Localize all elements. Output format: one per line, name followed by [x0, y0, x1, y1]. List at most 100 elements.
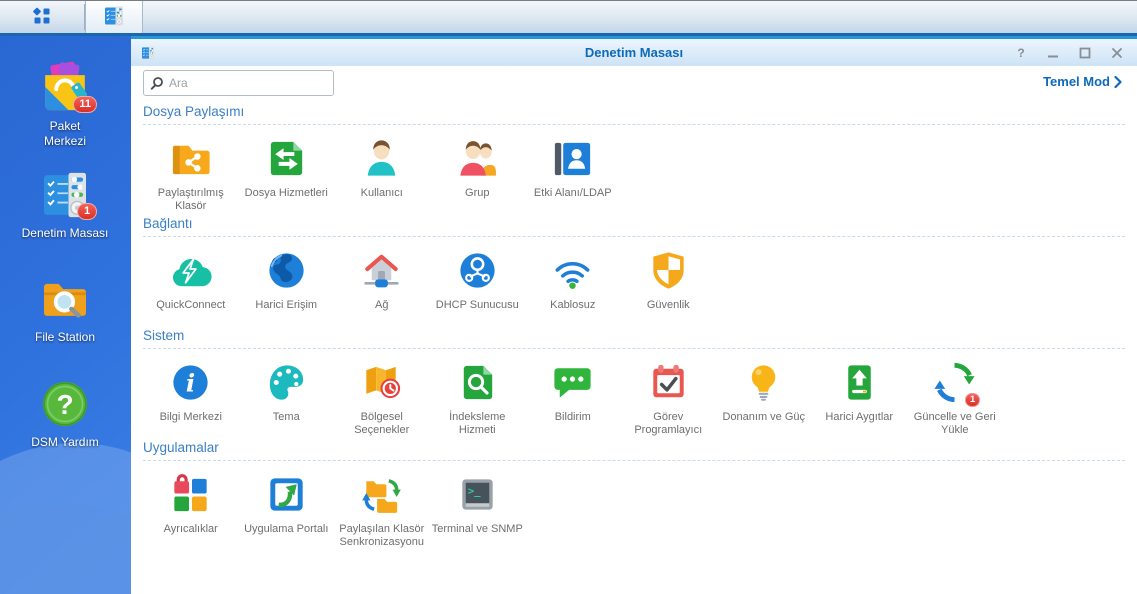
- app-item-shared-folder-sync[interactable]: Paylaşılan Klasör Senkronizasyonu: [334, 471, 430, 550]
- regional-options-icon: [358, 359, 405, 406]
- app-item-notification[interactable]: Bildirim: [525, 359, 621, 438]
- main-menu-button[interactable]: [0, 1, 84, 33]
- section: Bağlantı QuickConnectHarici ErişimAğDHCP …: [143, 216, 1125, 326]
- dsm-help-icon: ?: [37, 376, 93, 432]
- app-item-shared-folder[interactable]: Paylaştırılmış Klasör: [143, 135, 239, 214]
- app-item-dhcp-server[interactable]: DHCP Sunucusu: [430, 247, 526, 326]
- info-center-icon: i: [167, 359, 214, 406]
- app-item-label: Etki Alanı/LDAP: [525, 187, 621, 214]
- desktop-icon-file-station[interactable]: File Station: [3, 271, 127, 345]
- app-item-network[interactable]: Ağ: [334, 247, 430, 326]
- window-toolbar: Temel Mod: [131, 66, 1137, 100]
- app-item-privileges[interactable]: Ayrıcalıklar: [143, 471, 239, 550]
- svg-text:i: i: [186, 368, 195, 397]
- control-panel-icon: [102, 4, 126, 31]
- task-scheduler-icon: [645, 359, 692, 406]
- app-item-label: Kullanıcı: [334, 187, 430, 214]
- app-item-label: DHCP Sunucusu: [430, 299, 526, 326]
- desktop-icon-label: Paket Merkezi: [3, 119, 127, 149]
- app-item-wireless[interactable]: Kablosuz: [525, 247, 621, 326]
- notification-badge: 11: [73, 96, 97, 113]
- control-panel-icon: 1: [37, 167, 93, 223]
- app-item-label: Grup: [430, 187, 526, 214]
- app-item-label: Paylaşılan Klasör Senkronizasyonu: [334, 523, 430, 550]
- group-icon: [454, 135, 501, 182]
- section: Dosya PaylaşımıPaylaştırılmış KlasörDosy…: [143, 104, 1125, 214]
- domain-ldap-icon: [549, 135, 596, 182]
- external-devices-icon: [836, 359, 883, 406]
- app-item-label: Harici Erişim: [239, 299, 335, 326]
- dhcp-server-icon: [454, 247, 501, 294]
- app-item-label: Bilgi Merkezi: [143, 411, 239, 438]
- app-item-external-devices[interactable]: Harici Aygıtlar: [812, 359, 908, 438]
- svg-text:>_: >_: [467, 485, 480, 498]
- app-item-label: Ayrıcalıklar: [143, 523, 239, 550]
- desktop-icon-label: DSM Yardım: [3, 435, 127, 450]
- app-item-task-scheduler[interactable]: Görev Programlayıcı: [621, 359, 717, 438]
- section-title: Sistem: [143, 328, 1125, 343]
- app-item-terminal-snmp[interactable]: >_Terminal ve SNMP: [430, 471, 526, 550]
- taskbar-control-panel-button[interactable]: [85, 1, 143, 33]
- app-item-label: Harici Aygıtlar: [812, 411, 908, 438]
- privileges-icon: [167, 471, 214, 518]
- chevron-right-icon: [1114, 76, 1122, 88]
- app-item-application-portal[interactable]: Uygulama Portalı: [239, 471, 335, 550]
- app-item-info-center[interactable]: i Bilgi Merkezi: [143, 359, 239, 438]
- search-icon: [150, 76, 164, 90]
- app-item-group[interactable]: Grup: [430, 135, 526, 214]
- desktop-icon-dsm-help[interactable]: ? DSM Yardım: [3, 376, 127, 450]
- app-item-label: Görev Programlayıcı: [621, 411, 717, 438]
- svg-text:?: ?: [1017, 46, 1024, 59]
- app-item-label: Güncelle ve Geri Yükle: [907, 411, 1003, 438]
- shared-folder-icon: [167, 135, 214, 182]
- application-portal-icon: [263, 471, 310, 518]
- main-menu-icon: [30, 4, 54, 31]
- quickconnect-icon: [167, 247, 214, 294]
- app-item-quickconnect[interactable]: QuickConnect: [143, 247, 239, 326]
- window-controls: ?: [1014, 46, 1137, 59]
- package-center-icon: 11: [37, 60, 93, 116]
- desktop-icon-control-panel[interactable]: 1Denetim Masası: [3, 167, 127, 241]
- app-item-label: Bildirim: [525, 411, 621, 438]
- notification-badge: 1: [77, 203, 97, 220]
- section-items: i Bilgi MerkeziTemaBölgesel Seçeneklerİnd…: [143, 359, 1125, 438]
- user-icon: [358, 135, 405, 182]
- window-title: Denetim Masası: [131, 45, 1137, 60]
- section-divider: [143, 124, 1125, 125]
- app-item-security[interactable]: Güvenlik: [621, 247, 717, 326]
- app-item-regional-options[interactable]: Bölgesel Seçenekler: [334, 359, 430, 438]
- app-item-file-services[interactable]: Dosya Hizmetleri: [239, 135, 335, 214]
- taskbar: [0, 0, 1137, 36]
- notification-badge: 1: [965, 393, 980, 407]
- app-item-label: Paylaştırılmış Klasör: [143, 187, 239, 214]
- control-panel-window: Denetim Masası ?: [131, 36, 1137, 594]
- section-items: AyrıcalıklarUygulama PortalıPaylaşılan K…: [143, 471, 1125, 550]
- help-icon[interactable]: ?: [1014, 46, 1027, 59]
- window-titlebar: Denetim Masası ?: [131, 39, 1137, 66]
- desktop-icon-package-center[interactable]: 11Paket Merkezi: [3, 60, 127, 149]
- external-access-icon: [263, 247, 310, 294]
- app-item-update-restore[interactable]: 1 Güncelle ve Geri Yükle: [907, 359, 1003, 438]
- app-item-indexing-service[interactable]: İndeksleme Hizmeti: [430, 359, 526, 438]
- basic-mode-label: Temel Mod: [1043, 74, 1110, 89]
- app-item-user[interactable]: Kullanıcı: [334, 135, 430, 214]
- svg-text:?: ?: [56, 389, 73, 420]
- app-item-external-access[interactable]: Harici Erişim: [239, 247, 335, 326]
- close-icon[interactable]: [1110, 46, 1123, 59]
- app-item-label: Tema: [239, 411, 335, 438]
- basic-mode-link[interactable]: Temel Mod: [1043, 74, 1122, 89]
- search-input[interactable]: [169, 76, 327, 90]
- maximize-icon[interactable]: [1078, 46, 1091, 59]
- minimize-icon[interactable]: [1046, 46, 1059, 59]
- app-item-hardware-power[interactable]: Donanım ve Güç: [716, 359, 812, 438]
- search-box: [143, 70, 334, 96]
- network-icon: [358, 247, 405, 294]
- app-item-theme[interactable]: Tema: [239, 359, 335, 438]
- app-item-domain-ldap[interactable]: Etki Alanı/LDAP: [525, 135, 621, 214]
- app-item-label: Bölgesel Seçenekler: [334, 411, 430, 438]
- terminal-snmp-icon: >_: [454, 471, 501, 518]
- app-item-label: QuickConnect: [143, 299, 239, 326]
- section-title: Bağlantı: [143, 216, 1125, 231]
- update-restore-icon: 1: [931, 359, 978, 406]
- security-icon: [645, 247, 692, 294]
